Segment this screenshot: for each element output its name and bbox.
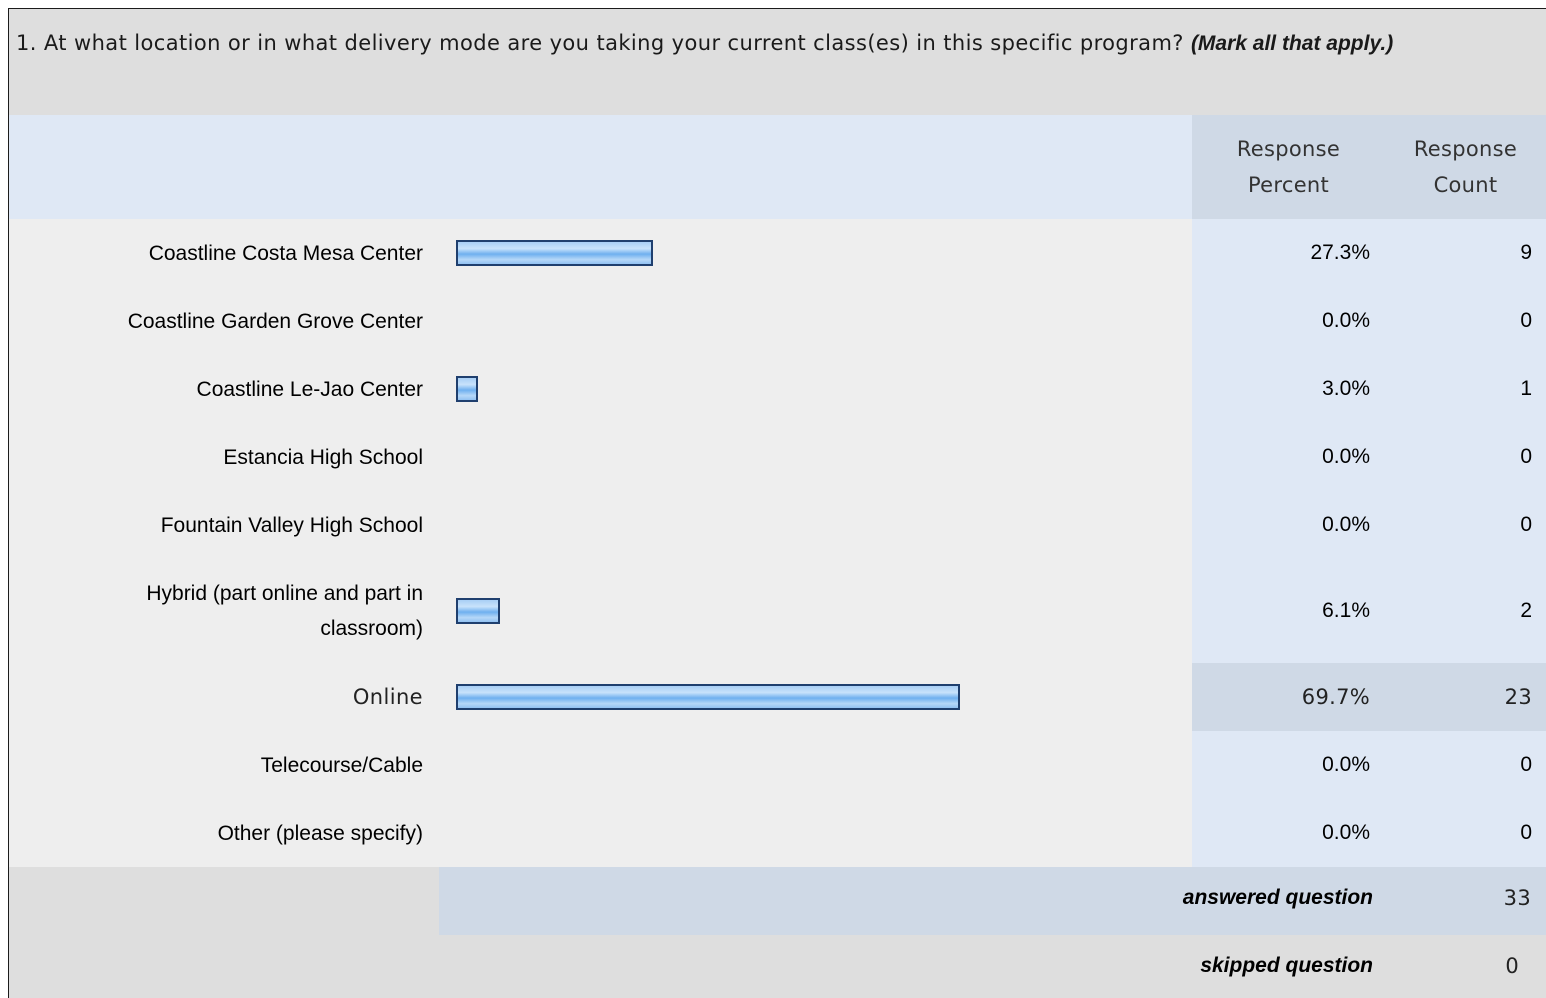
category-label-line: Estancia High School	[223, 445, 423, 469]
header-band	[9, 115, 1192, 219]
skipped-question-label: skipped question	[1200, 954, 1373, 977]
count-value: 0	[1520, 513, 1532, 536]
bar	[456, 684, 960, 710]
percent-value: 0.0%	[1322, 513, 1370, 536]
category-label: Telecourse/Cable	[20, 748, 423, 783]
header-percent-line2: Percent	[1247, 173, 1330, 197]
count-value: 9	[1520, 241, 1532, 264]
question-body: 1. At what location or in what delivery …	[16, 31, 1184, 55]
question-text: 1. At what location or in what delivery …	[16, 25, 1526, 62]
answered-question-value: 33	[1503, 886, 1531, 910]
category-label-line: Online	[352, 684, 423, 709]
category-label: Fountain Valley High School	[20, 508, 423, 543]
category-label-line: classroom)	[320, 617, 423, 640]
category-label: Hybrid (part online and part in classroom…	[20, 576, 423, 646]
bar	[456, 376, 478, 402]
category-label: Coastline Garden Grove Center	[20, 304, 423, 339]
question-note: (Mark all that apply.)	[1190, 32, 1394, 55]
category-label-line: Coastline Garden Grove Center	[127, 309, 423, 333]
percent-value: 0.0%	[1322, 309, 1370, 332]
category-label: Coastline Le-Jao Center	[20, 372, 423, 407]
percent-value: 3.0%	[1322, 377, 1370, 400]
skipped-question-value: 0	[1505, 954, 1519, 978]
category-label: Coastline Costa Mesa Center	[20, 236, 423, 271]
bar	[456, 598, 500, 624]
count-value: 0	[1520, 309, 1532, 332]
count-value: 0	[1520, 821, 1532, 844]
header-response-count: Response Count	[1385, 131, 1546, 203]
category-label: Other (please specify)	[20, 816, 423, 851]
category-label-line: Coastline Le-Jao Center	[196, 377, 423, 401]
percent-value: 0.0%	[1322, 445, 1370, 468]
count-value: 0	[1520, 753, 1532, 776]
percent-value: 27.3%	[1310, 241, 1370, 264]
percent-value: 0.0%	[1322, 753, 1370, 776]
count-value: 23	[1504, 685, 1532, 709]
category-label: Estancia High School	[20, 440, 423, 475]
category-label: Online	[20, 680, 423, 715]
percent-value: 6.1%	[1322, 599, 1370, 622]
header-response-percent: Response Percent	[1192, 131, 1385, 203]
header-count-line1: Response	[1413, 137, 1518, 161]
answered-question-label: answered question	[1182, 886, 1373, 909]
category-label-line: Other (please specify)	[217, 821, 423, 845]
count-value: 0	[1520, 445, 1532, 468]
percent-value: 0.0%	[1322, 821, 1370, 844]
count-value: 2	[1520, 599, 1532, 622]
category-label-line: Coastline Costa Mesa Center	[148, 241, 423, 265]
category-label-line: Hybrid (part online and part in	[146, 582, 423, 605]
category-label-line: Telecourse/Cable	[260, 753, 423, 777]
percent-value: 69.7%	[1301, 685, 1370, 709]
header-percent-line1: Response	[1236, 137, 1341, 161]
bar	[456, 240, 653, 266]
category-label-line: Fountain Valley High School	[160, 513, 423, 537]
header-count-line2: Count	[1433, 173, 1498, 197]
count-value: 1	[1520, 377, 1532, 400]
